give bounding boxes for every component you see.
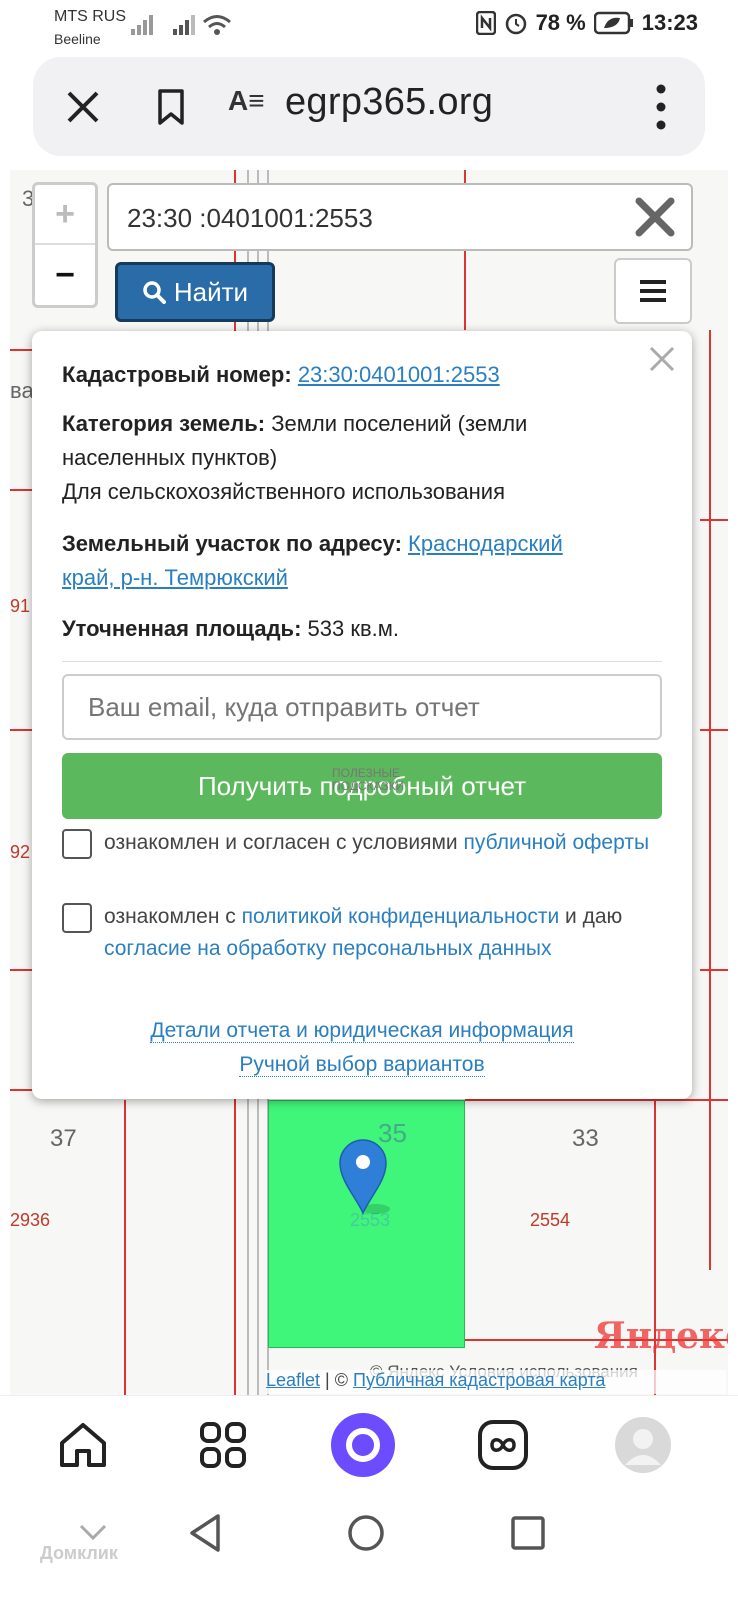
alice-assistant-button[interactable] [328, 1410, 398, 1480]
reader-mode-icon[interactable]: A≡ [228, 85, 265, 117]
system-navigation-bar: Домклик [0, 1495, 738, 1600]
offer-consent-checkbox[interactable] [62, 829, 92, 859]
privacy-consent-label-2: и даю [559, 905, 623, 928]
parcel-number-2936: 2936 [10, 1210, 51, 1230]
nfc-icon [475, 11, 496, 35]
attribution-separator: | © [320, 1370, 353, 1390]
map-attribution: Leaflet | © Публичная кадастровая карта [266, 1370, 726, 1394]
carrier-name-2: Beeline [54, 31, 101, 47]
zoom-in-button[interactable]: + [35, 185, 95, 245]
yandex-watermark: Яндекс [594, 1315, 728, 1357]
tabs-switcher-button[interactable] [468, 1410, 538, 1480]
land-category-value-1: Земли поселений (земли [271, 411, 528, 436]
report-details-link[interactable]: Детали отчета и юридическая информация [150, 1019, 574, 1043]
cadastral-search-input[interactable] [127, 197, 627, 239]
email-field[interactable] [62, 674, 662, 740]
zoom-out-button[interactable]: − [35, 245, 95, 305]
address-label: Земельный участок по адресу: [62, 531, 402, 556]
personal-data-consent-link[interactable]: согласие на обработку персональных данны… [104, 937, 551, 960]
land-use-value: Для сельскохозяйственного использования [62, 479, 505, 504]
carrier-info: MTS RUS Beeline [54, 6, 126, 50]
browser-address-bar: A≡ egrp365.org [33, 57, 705, 156]
address-link-1[interactable]: Краснодарский [408, 531, 563, 556]
offer-consent-text: ознакомлен и согласен с условиями публич… [104, 827, 664, 859]
pkk-link[interactable]: Публичная кадастровая карта [353, 1370, 605, 1390]
home-button[interactable] [48, 1410, 118, 1480]
area-row: Уточненная площадь: 533 кв.м. [62, 612, 399, 646]
land-category-row: Категория земель: Земли поселений (земли… [62, 407, 527, 509]
home-icon [60, 1423, 106, 1467]
address-row: Земельный участок по адресу: Краснодарск… [62, 527, 563, 595]
clear-search-icon[interactable] [633, 195, 677, 239]
map-label-va: ва [10, 378, 34, 403]
browser-bottom-nav [0, 1395, 738, 1495]
clock: 13:23 [641, 10, 698, 35]
cadastral-number-row: Кадастровый номер: 23:30:0401001:2553 [62, 358, 500, 392]
home-system-icon[interactable] [346, 1513, 386, 1553]
alarm-icon [505, 13, 526, 35]
report-details-row: Детали отчета и юридическая информация [32, 1019, 692, 1043]
privacy-consent-label-1: ознакомлен с [104, 905, 242, 928]
find-button[interactable]: Найти [115, 262, 275, 322]
back-icon[interactable] [188, 1513, 224, 1553]
footer-watermark: Домклик [40, 1543, 118, 1563]
battery-percent: 78 % [535, 10, 586, 35]
url-host[interactable]: egrp365.org [285, 81, 493, 124]
avatar-icon [615, 1417, 671, 1473]
search-icon [143, 281, 166, 304]
map-label-33: 33 [572, 1125, 599, 1152]
infinity-tabs-icon [478, 1420, 528, 1470]
map-label-91: 91 [10, 596, 31, 616]
bookmark-icon[interactable] [151, 87, 191, 127]
alice-icon [331, 1413, 395, 1477]
area-value: 533 кв.м. [307, 616, 400, 641]
land-category-value-2: населенных пунктов) [62, 445, 278, 470]
public-offer-link[interactable]: публичной оферты [464, 831, 650, 854]
privacy-consent-text: ознакомлен с политикой конфиденциальност… [104, 901, 664, 965]
address-link-2[interactable]: край, р-н. Темрюкский [62, 565, 288, 590]
parcel-info-popup: Кадастровый номер: 23:30:0401001:2553 Ка… [32, 331, 692, 1099]
collapse-icon[interactable] [78, 1523, 108, 1543]
find-button-label: Найти [173, 276, 249, 307]
recent-apps-icon[interactable] [510, 1515, 546, 1551]
land-category-label: Категория земель: [62, 411, 266, 436]
profile-button[interactable] [608, 1410, 678, 1480]
privacy-consent-checkbox[interactable] [62, 903, 92, 933]
layers-menu-button[interactable] [614, 258, 692, 324]
map-label-92: 92 [10, 842, 31, 862]
more-menu-icon[interactable] [655, 83, 667, 131]
wifi-icon [203, 15, 231, 35]
privacy-policy-link[interactable]: политикой конфиденциальности [242, 905, 560, 928]
leaflet-link[interactable]: Leaflet [266, 1370, 320, 1390]
status-bar: MTS RUS Beeline 78 % 13:23 [0, 0, 738, 54]
carrier-name-1: MTS RUS [54, 8, 126, 25]
popup-divider [62, 661, 662, 662]
cadastral-number-link[interactable]: 23:30:0401001:2553 [298, 362, 500, 387]
grid-icon [200, 1422, 246, 1468]
offer-consent-label: ознакомлен и согласен с условиями [104, 831, 464, 854]
signal-icon-2 [173, 15, 195, 35]
close-popup-icon[interactable] [648, 345, 676, 373]
manual-selection-row: Ручной выбор вариантов [32, 1053, 692, 1077]
map-label-37: 37 [50, 1125, 77, 1152]
cadastral-search [107, 183, 693, 251]
hamburger-icon [640, 280, 666, 302]
parcel-number-2554: 2554 [530, 1210, 571, 1230]
hints-watermark-line-2: ПОДСКАЗКИ [332, 779, 405, 793]
hints-watermark: ПОЛЕЗНЫЕ ПОДСКАЗКИ [332, 767, 404, 793]
cadastral-number-label: Кадастровый номер: [62, 362, 292, 387]
manual-selection-link[interactable]: Ручной выбор вариантов [239, 1053, 485, 1077]
tabs-grid-button[interactable] [188, 1410, 258, 1480]
close-tab-icon[interactable] [63, 87, 103, 127]
battery-icon [593, 11, 633, 35]
location-marker-icon[interactable] [336, 1135, 390, 1219]
zoom-control: + − [32, 182, 98, 308]
area-label: Уточненная площадь: [62, 616, 302, 641]
signal-icon [131, 15, 153, 35]
